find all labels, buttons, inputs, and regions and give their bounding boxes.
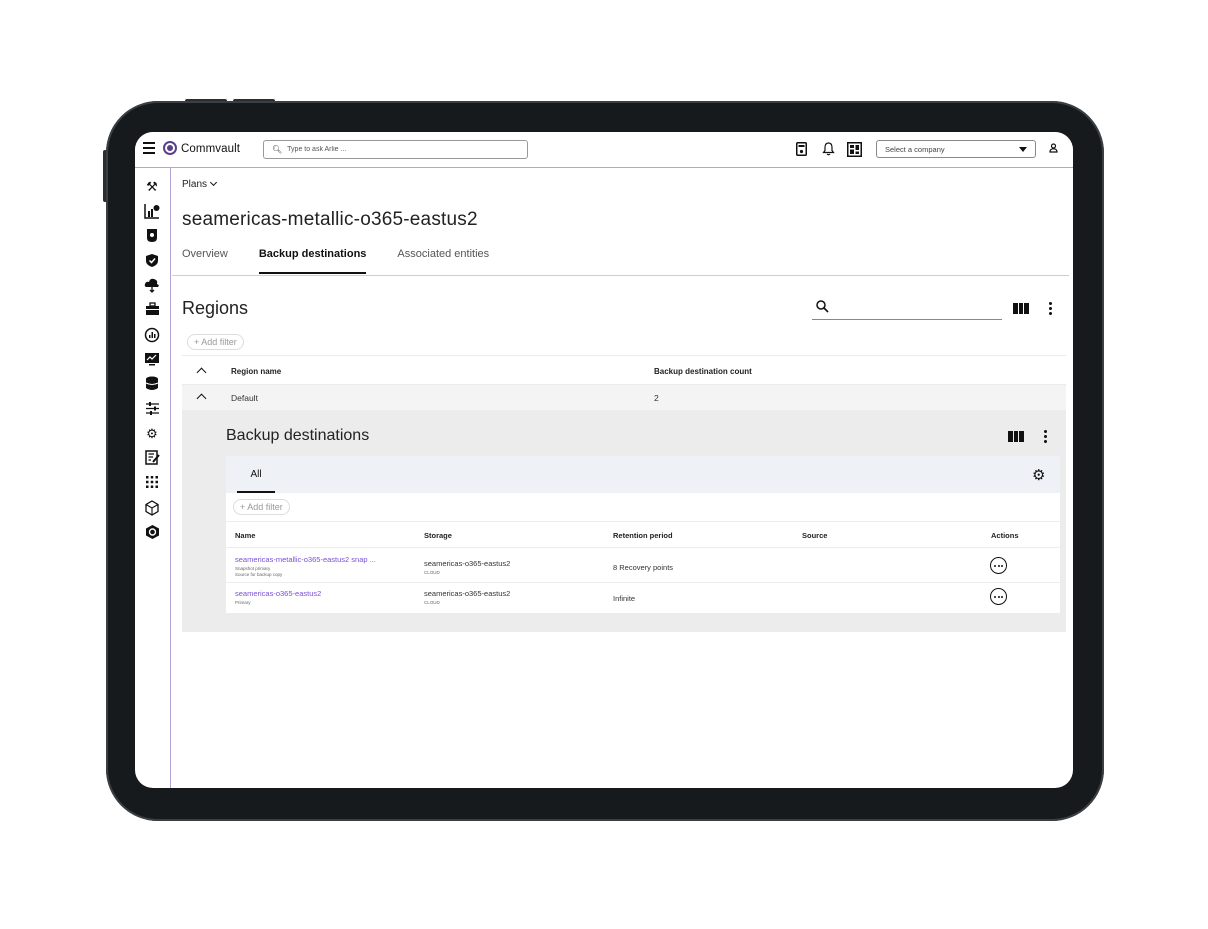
collapse-row-icon[interactable] <box>196 393 207 404</box>
main-content: Plans seamericas-metallic-o365-eastus2 O… <box>172 168 1073 788</box>
columns-icon[interactable] <box>1008 431 1025 442</box>
columns-icon[interactable] <box>1013 303 1030 314</box>
ask-arlie-input[interactable] <box>287 146 518 153</box>
regions-title: Regions <box>182 298 249 318</box>
top-bar: Commvault 🔍︎ Select a company <box>135 132 1073 168</box>
tab-associated-entities[interactable]: Associated entities <box>397 248 489 274</box>
storage-name: seamericas-o365-eastus2 <box>424 559 511 568</box>
hexagon-icon[interactable] <box>144 524 160 540</box>
regions-table-header: Region name Backup destination count <box>182 357 1066 385</box>
column-header-region-name[interactable]: Region name <box>231 367 281 376</box>
search-icon: 🔍︎ <box>272 145 283 154</box>
hamburger-menu-icon[interactable] <box>143 142 155 154</box>
storage-type: CLOUD <box>424 600 440 605</box>
backup-destination-count: 2 <box>654 393 659 403</box>
security-icon[interactable] <box>144 228 160 244</box>
shield-icon[interactable] <box>144 253 160 269</box>
server-status-icon[interactable] <box>794 141 809 157</box>
cube-icon[interactable] <box>144 500 160 516</box>
table-header: Name Storage Retention period Source Act… <box>226 522 1060 548</box>
ask-arlie-search[interactable]: 🔍︎ <box>263 140 528 159</box>
monitor-icon[interactable] <box>144 352 160 368</box>
breadcrumb-label: Plans <box>182 179 208 190</box>
more-options-icon[interactable] <box>1043 430 1047 443</box>
add-filter-button[interactable]: + Add filter <box>187 334 244 350</box>
add-filter-button[interactable]: + Add filter <box>233 499 290 515</box>
storage-name: seamericas-o365-eastus2 <box>424 589 511 598</box>
storage-cell: seamericas-o365-eastus2 CLOUD <box>424 559 510 576</box>
apps-grid-icon[interactable] <box>144 475 160 491</box>
search-icon <box>816 300 829 316</box>
page-tabs: Overview Backup destinations Associated … <box>182 248 520 274</box>
backup-destinations-filter-bar: + Add filter <box>226 493 1060 522</box>
reports-icon[interactable] <box>144 203 160 219</box>
regions-filter-bar: + Add filter <box>182 328 1066 356</box>
region-name: Default <box>231 393 258 403</box>
chevron-down-icon <box>1019 147 1027 152</box>
more-options-icon[interactable] <box>1048 302 1052 315</box>
destination-note: Source for backup copy <box>235 572 283 577</box>
gear-cog-icon[interactable]: ⚙ <box>144 426 160 442</box>
backup-destinations-title: Backup destinations <box>226 427 370 444</box>
column-header-retention-period[interactable]: Retention period <box>613 531 673 540</box>
name-cell: seamericas-o365-eastus2 Primary <box>235 589 321 606</box>
collapse-all-icon[interactable] <box>196 367 207 378</box>
dashboard-icon[interactable] <box>847 141 862 157</box>
briefcase-icon[interactable] <box>144 302 160 318</box>
left-navigation: ⚒ ⚙ <box>135 168 171 788</box>
backup-destinations-panel: Backup destinations All ⚙ + Add filter N… <box>182 410 1066 632</box>
company-select-value: Select a company <box>885 145 945 154</box>
cloud-restore-icon[interactable] <box>144 277 160 293</box>
page-title: seamericas-metallic-o365-eastus2 <box>182 209 478 230</box>
table-row: seamericas-metallic-o365-eastus2 snap ..… <box>226 548 1060 583</box>
edit-report-icon[interactable] <box>144 450 160 466</box>
regions-search[interactable] <box>812 300 1002 320</box>
sliders-icon[interactable] <box>144 401 160 417</box>
tools-icon[interactable]: ⚒ <box>144 179 160 195</box>
column-header-backup-destination-count[interactable]: Backup destination count <box>654 367 752 376</box>
user-profile-icon[interactable] <box>1049 143 1058 156</box>
tablet-screen: Commvault 🔍︎ Select a company ⚒ <box>135 132 1073 788</box>
backup-destinations-tabs: All ⚙ <box>226 456 1060 493</box>
retention-period: 8 Recovery points <box>613 563 674 572</box>
tabs-divider <box>172 275 1069 276</box>
destination-name-link[interactable]: seamericas-metallic-o365-eastus2 snap ..… <box>235 555 376 564</box>
analytics-icon[interactable] <box>144 327 160 343</box>
column-header-name[interactable]: Name <box>235 531 255 540</box>
storage-type: CLOUD <box>424 570 440 575</box>
breadcrumb[interactable]: Plans <box>182 178 218 190</box>
chevron-down-icon <box>209 178 218 187</box>
row-actions-icon[interactable] <box>990 557 1007 574</box>
settings-gear-icon[interactable]: ⚙ <box>1032 466 1045 484</box>
destination-name-link[interactable]: seamericas-o365-eastus2 <box>235 589 321 598</box>
storage-cell: seamericas-o365-eastus2 CLOUD <box>424 589 510 606</box>
destination-type: Primary <box>235 600 251 605</box>
commvault-logo-icon <box>163 141 177 155</box>
column-header-source[interactable]: Source <box>802 531 827 540</box>
column-header-actions: Actions <box>991 531 1019 540</box>
name-cell: seamericas-metallic-o365-eastus2 snap ..… <box>235 555 376 578</box>
row-actions-icon[interactable] <box>990 588 1007 605</box>
app-name: Commvault <box>181 143 241 155</box>
column-header-storage[interactable]: Storage <box>424 531 452 540</box>
company-select[interactable]: Select a company <box>876 140 1036 158</box>
backup-destinations-table: Name Storage Retention period Source Act… <box>226 522 1060 613</box>
table-row[interactable]: Default 2 <box>182 385 1066 410</box>
database-icon[interactable] <box>144 376 160 392</box>
regions-search-input[interactable] <box>834 302 999 313</box>
table-row: seamericas-o365-eastus2 Primary seameric… <box>226 583 1060 613</box>
tab-backup-destinations[interactable]: Backup destinations <box>258 248 366 274</box>
tab-overview[interactable]: Overview <box>182 248 228 274</box>
tab-all[interactable]: All <box>237 456 275 493</box>
notifications-bell-icon[interactable] <box>821 141 836 157</box>
retention-period: Infinite <box>613 594 636 603</box>
